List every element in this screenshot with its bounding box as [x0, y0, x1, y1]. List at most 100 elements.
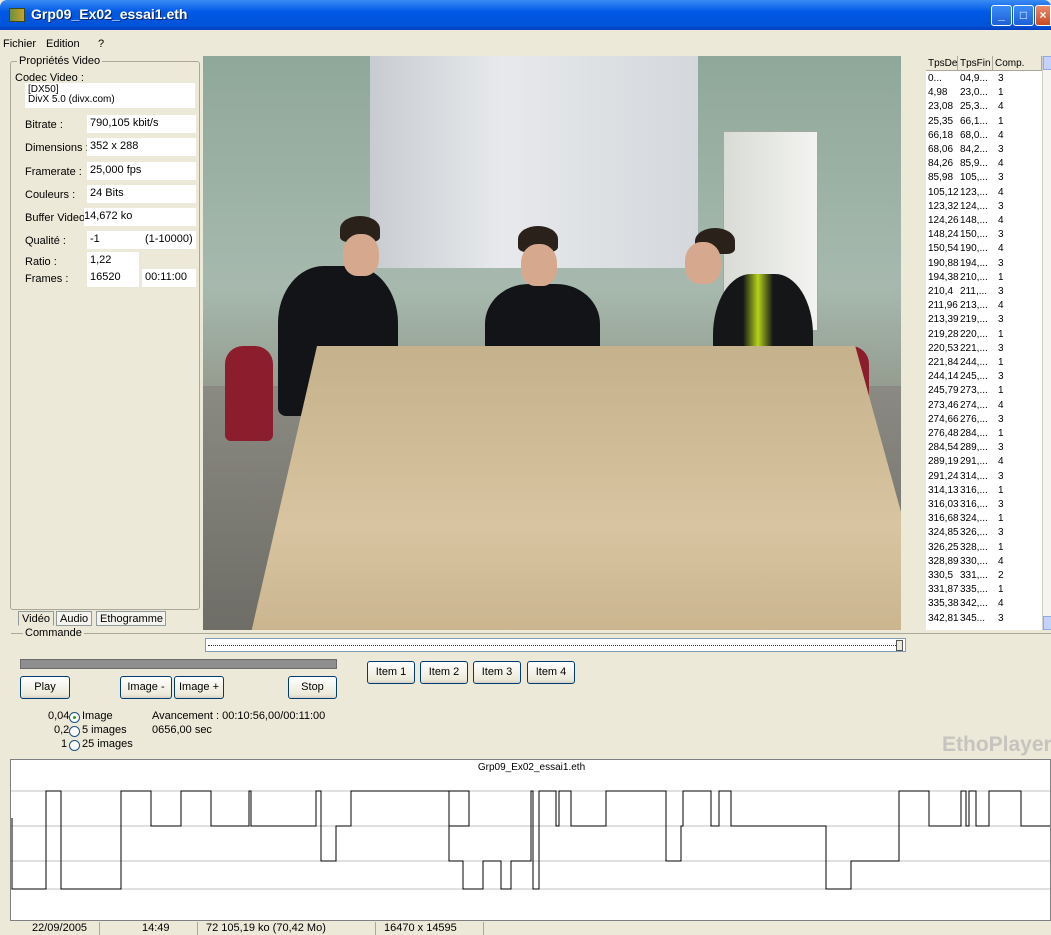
- status-size: 72 105,19 ko (70,42 Mo): [198, 922, 376, 935]
- image-plus-button[interactable]: Image +: [174, 676, 224, 699]
- qualite-value: -1: [90, 233, 100, 245]
- head-center: [521, 244, 557, 286]
- item-2-button[interactable]: Item 2: [420, 661, 468, 684]
- col-comp[interactable]: Comp.: [993, 56, 1042, 71]
- item-3-button[interactable]: Item 3: [473, 661, 521, 684]
- list-cell-tpsdep: 25,35: [928, 115, 954, 127]
- list-item[interactable]: 213,39 219,... 3: [926, 314, 1042, 325]
- list-item[interactable]: 289,19 291,... 4: [926, 456, 1042, 467]
- list-cell-comp: 1: [998, 541, 1004, 553]
- title-bar[interactable]: Grp09_Ex02_essai1.eth _ □ ×: [0, 0, 1051, 30]
- list-item[interactable]: 335,38 342,... 4: [926, 598, 1042, 609]
- list-cell-tpsdep: 66,18: [928, 129, 954, 141]
- list-item[interactable]: 25,35 66,1... 1: [926, 116, 1042, 127]
- list-item[interactable]: 219,28 220,... 1: [926, 329, 1042, 340]
- list-item[interactable]: 194,38 210,... 1: [926, 272, 1042, 283]
- list-item[interactable]: 190,88 194,... 3: [926, 258, 1042, 269]
- list-item[interactable]: 4,98 23,0... 1: [926, 87, 1042, 98]
- list-item[interactable]: 330,5 331,... 2: [926, 570, 1042, 581]
- list-item[interactable]: 220,53 221,... 3: [926, 343, 1042, 354]
- col-tpsdep[interactable]: TpsDep.: [926, 56, 966, 71]
- list-item[interactable]: 23,08 25,3... 4: [926, 101, 1042, 112]
- tab-video[interactable]: Vidéo: [18, 611, 54, 626]
- list-item[interactable]: 316,68 324,... 1: [926, 513, 1042, 524]
- list-item[interactable]: 221,84 244,... 1: [926, 357, 1042, 368]
- list-cell-tpsdep: 211,96: [928, 300, 958, 312]
- tab-ethogramme[interactable]: Ethogramme: [96, 611, 166, 626]
- list-item[interactable]: 105,12 123,... 4: [926, 187, 1042, 198]
- ethogram-plot: [11, 790, 1050, 890]
- list-cell-tpsfin: 150,...: [960, 229, 988, 241]
- image-minus-button[interactable]: Image -: [120, 676, 172, 699]
- close-button[interactable]: ×: [1035, 5, 1051, 26]
- list-item[interactable]: 0... 04,9... 3: [926, 73, 1042, 84]
- list-cell-tpsdep: 330,5: [928, 570, 954, 581]
- list-cell-tpsdep: 289,19: [928, 456, 959, 468]
- list-item[interactable]: 324,85 326,... 3: [926, 527, 1042, 538]
- item-1-button[interactable]: Item 1: [367, 661, 415, 684]
- list-item[interactable]: 273,46 274,... 4: [926, 400, 1042, 411]
- position-slider[interactable]: [205, 638, 906, 652]
- list-item[interactable]: 326,25 328,... 1: [926, 542, 1042, 553]
- list-cell-tpsdep: 324,85: [928, 527, 959, 539]
- step-radio-image[interactable]: [69, 712, 80, 723]
- list-item[interactable]: 150,54 190,... 4: [926, 243, 1042, 254]
- frames-label: Frames :: [25, 273, 69, 285]
- list-item[interactable]: 210,4 211,... 3: [926, 286, 1042, 297]
- list-cell-tpsdep: 124,26: [928, 215, 959, 226]
- vertical-scrollbar[interactable]: [1042, 56, 1051, 630]
- list-item[interactable]: 245,79 273,... 1: [926, 385, 1042, 396]
- list-item[interactable]: 331,87 335,... 1: [926, 584, 1042, 595]
- tab-audio[interactable]: Audio: [56, 611, 93, 626]
- head-left: [343, 234, 379, 276]
- head-right: [685, 242, 721, 284]
- step-label-5images: 5 images: [82, 724, 127, 736]
- ethogram-panel[interactable]: Grp09_Ex02_essai1.eth: [10, 759, 1051, 921]
- menu-help[interactable]: ?: [98, 38, 104, 50]
- list-item[interactable]: 316,03 316,... 3: [926, 499, 1042, 510]
- stop-button[interactable]: Stop: [288, 676, 337, 699]
- list-cell-tpsdep: 314,13: [928, 484, 959, 496]
- list-cell-tpsfin: 330,...: [960, 555, 988, 567]
- list-cell-tpsfin: 123,...: [960, 186, 988, 198]
- list-item[interactable]: 284,54 289,... 3: [926, 442, 1042, 453]
- play-button[interactable]: Play: [20, 676, 70, 699]
- list-cell-comp: 1: [998, 385, 1004, 397]
- list-item[interactable]: 124,26 148,... 4: [926, 215, 1042, 226]
- list-item[interactable]: 342,81 345... 3: [926, 613, 1042, 624]
- maximize-button[interactable]: □: [1013, 5, 1034, 26]
- list-item[interactable]: 211,96 213,... 4: [926, 300, 1042, 311]
- list-cell-comp: 1: [998, 584, 1004, 596]
- list-item[interactable]: 274,66 276,... 3: [926, 414, 1042, 425]
- dimensions-field: 352 x 288: [87, 138, 196, 156]
- slider-thumb[interactable]: [896, 640, 903, 651]
- scroll-up-icon[interactable]: [1043, 56, 1051, 70]
- list-item[interactable]: 328,89 330,... 4: [926, 556, 1042, 567]
- scroll-down-icon[interactable]: [1043, 616, 1051, 630]
- framerate-label: Framerate :: [25, 166, 82, 178]
- list-item[interactable]: 85,98 105,... 3: [926, 172, 1042, 183]
- menu-fichier[interactable]: Fichier: [3, 38, 36, 50]
- list-item[interactable]: 276,48 284,... 1: [926, 428, 1042, 439]
- col-tpsfin[interactable]: TpsFin: [958, 56, 993, 71]
- list-item[interactable]: 123,32 124,... 3: [926, 201, 1042, 212]
- minimize-button[interactable]: _: [991, 5, 1012, 26]
- list-item[interactable]: 84,26 85,9... 4: [926, 158, 1042, 169]
- list-cell-comp: 4: [998, 101, 1004, 113]
- list-item[interactable]: 291,24 314,... 3: [926, 471, 1042, 482]
- step-radio-25images[interactable]: [69, 740, 80, 751]
- list-cell-tpsdep: 85,98: [928, 172, 954, 184]
- list-cell-tpsfin: 314,...: [960, 470, 988, 482]
- qualite-field: -1 (1-10000): [87, 231, 196, 249]
- list-item[interactable]: 314,13 316,... 1: [926, 485, 1042, 496]
- menu-edition[interactable]: Edition: [46, 38, 80, 50]
- list-item[interactable]: 66,18 68,0... 4: [926, 130, 1042, 141]
- list-item[interactable]: 68,06 84,2... 3: [926, 144, 1042, 155]
- list-item[interactable]: 244,14 245,... 3: [926, 371, 1042, 382]
- list-cell-tpsfin: 324,...: [960, 513, 988, 525]
- event-list[interactable]: TpsDep. TpsFin Comp. 0... 04,9... 3 4,98 23,…: [926, 56, 1042, 630]
- step-radio-5images[interactable]: [69, 726, 80, 737]
- video-frame[interactable]: [203, 56, 901, 630]
- item-4-button[interactable]: Item 4: [527, 661, 575, 684]
- list-item[interactable]: 148,24 150,... 3: [926, 229, 1042, 240]
